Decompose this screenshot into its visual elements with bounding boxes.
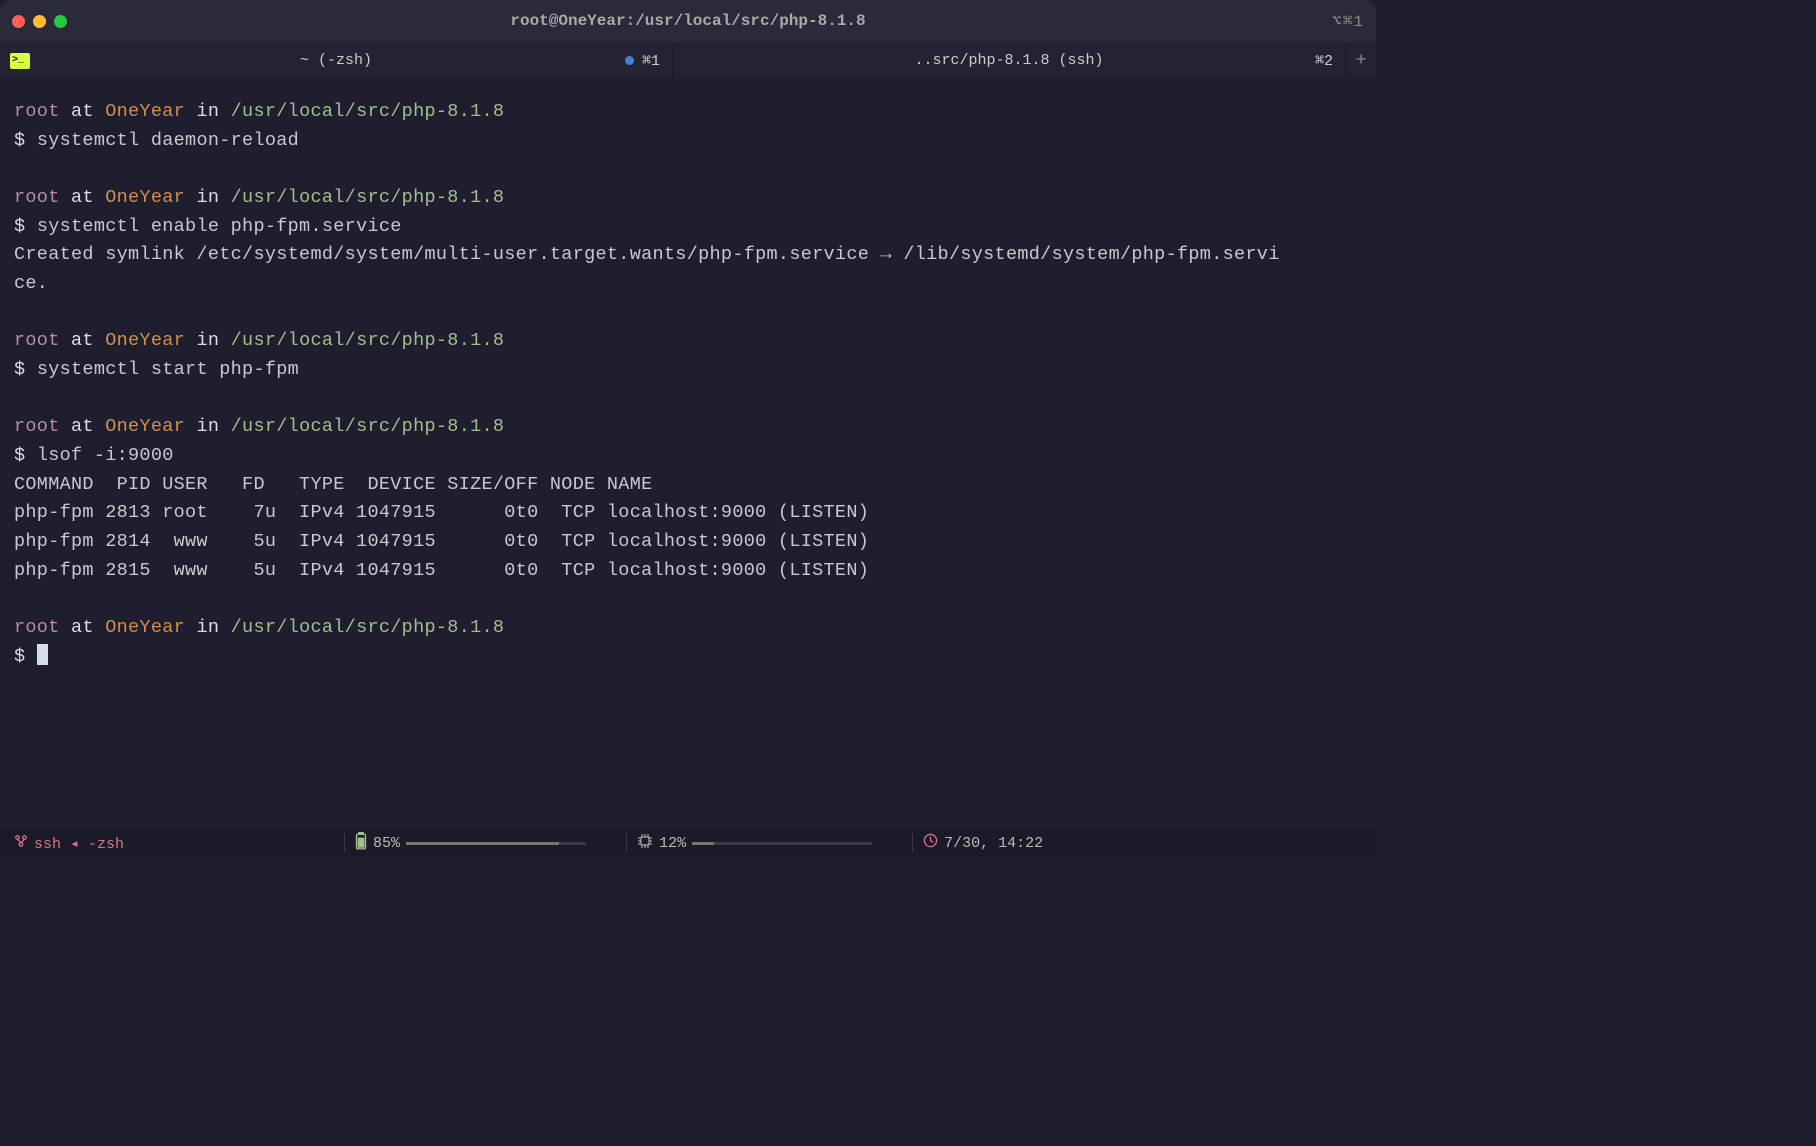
- prompt-in: in: [185, 101, 231, 122]
- cpu-bar: [692, 842, 872, 845]
- command-text: systemctl daemon-reload: [37, 130, 299, 151]
- prompt-symbol: $: [14, 359, 37, 380]
- tab-1-shortcut: ⌘1: [642, 51, 660, 70]
- prompt-at: at: [60, 187, 106, 208]
- prompt-user: root: [14, 416, 60, 437]
- prompt-host: OneYear: [105, 416, 185, 437]
- divider: [912, 834, 913, 852]
- prompt-user: root: [14, 330, 60, 351]
- add-tab-button[interactable]: +: [1346, 42, 1376, 79]
- prompt-host: OneYear: [105, 330, 185, 351]
- prompt-host: OneYear: [105, 101, 185, 122]
- tab-1[interactable]: >_ ~ (-zsh) ⌘1: [0, 42, 673, 79]
- cursor: [37, 644, 48, 665]
- command-output: COMMAND PID USER FD TYPE DEVICE SIZE/OFF…: [14, 474, 869, 581]
- status-battery-text: 85%: [373, 835, 400, 852]
- command-output: Created symlink /etc/systemd/system/mult…: [14, 244, 1280, 294]
- tab-2-shortcut: ⌘2: [1315, 51, 1333, 70]
- prompt-at: at: [60, 416, 106, 437]
- statusbar: ssh ◂ -zsh 85% 12%: [0, 828, 1376, 858]
- prompt-in: in: [185, 416, 231, 437]
- prompt-at: at: [60, 101, 106, 122]
- titlebar-shortcut-hint: ⌥⌘1: [1332, 11, 1364, 31]
- status-session-text: ssh ◂ -zsh: [34, 834, 124, 853]
- cpu-fill: [692, 842, 714, 845]
- status-session: ssh ◂ -zsh: [14, 834, 124, 853]
- status-clock: 7/30, 14:22: [923, 833, 1043, 853]
- prompt-in: in: [185, 330, 231, 351]
- close-button[interactable]: [12, 15, 25, 28]
- prompt-user: root: [14, 187, 60, 208]
- tab-2-label: ..src/php-8.1.8 (ssh): [914, 52, 1103, 69]
- prompt-host: OneYear: [105, 617, 185, 638]
- divider: [344, 834, 345, 852]
- activity-dot-icon: [625, 56, 634, 65]
- prompt-in: in: [185, 187, 231, 208]
- prompt-path: /usr/local/src/php-8.1.8: [231, 416, 505, 437]
- prompt-user: root: [14, 101, 60, 122]
- prompt-at: at: [60, 617, 106, 638]
- command-text: systemctl enable php-fpm.service: [37, 216, 402, 237]
- command-text: systemctl start php-fpm: [37, 359, 299, 380]
- prompt-path: /usr/local/src/php-8.1.8: [231, 101, 505, 122]
- status-battery: 85%: [355, 832, 586, 855]
- traffic-lights: [12, 15, 67, 28]
- battery-bar: [406, 842, 586, 845]
- clock-icon: [923, 833, 938, 853]
- prompt-path: /usr/local/src/php-8.1.8: [231, 617, 505, 638]
- prompt-at: at: [60, 330, 106, 351]
- status-clock-text: 7/30, 14:22: [944, 835, 1043, 852]
- zoom-button[interactable]: [54, 15, 67, 28]
- prompt-path: /usr/local/src/php-8.1.8: [231, 330, 505, 351]
- command-text: lsof -i:9000: [37, 445, 174, 466]
- prompt-user: root: [14, 617, 60, 638]
- battery-fill: [406, 842, 559, 845]
- prompt-host: OneYear: [105, 187, 185, 208]
- tabbar: >_ ~ (-zsh) ⌘1 ..src/php-8.1.8 (ssh) ⌘2 …: [0, 42, 1376, 80]
- terminal-block: root at OneYear in /usr/local/src/php-8.…: [14, 98, 1362, 671]
- minimize-button[interactable]: [33, 15, 46, 28]
- prompt-path: /usr/local/src/php-8.1.8: [231, 187, 505, 208]
- prompt-symbol: $: [14, 646, 37, 667]
- battery-icon: [355, 832, 367, 855]
- tab-1-label: ~ (-zsh): [300, 52, 372, 69]
- status-cpu: 12%: [637, 833, 872, 854]
- prompt-symbol: $: [14, 130, 37, 151]
- status-cpu-text: 12%: [659, 835, 686, 852]
- cpu-icon: [637, 833, 653, 854]
- prompt-symbol: $: [14, 445, 37, 466]
- window-title: root@OneYear:/usr/local/src/php-8.1.8: [510, 12, 865, 30]
- titlebar: root@OneYear:/usr/local/src/php-8.1.8 ⌥⌘…: [0, 0, 1376, 42]
- network-icon: [14, 834, 28, 853]
- prompt-in: in: [185, 617, 231, 638]
- terminal-icon: >_: [10, 53, 30, 69]
- terminal-output[interactable]: root at OneYear in /usr/local/src/php-8.…: [0, 80, 1376, 689]
- divider: [626, 834, 627, 852]
- prompt-symbol: $: [14, 216, 37, 237]
- tab-2[interactable]: ..src/php-8.1.8 (ssh) ⌘2: [673, 42, 1346, 79]
